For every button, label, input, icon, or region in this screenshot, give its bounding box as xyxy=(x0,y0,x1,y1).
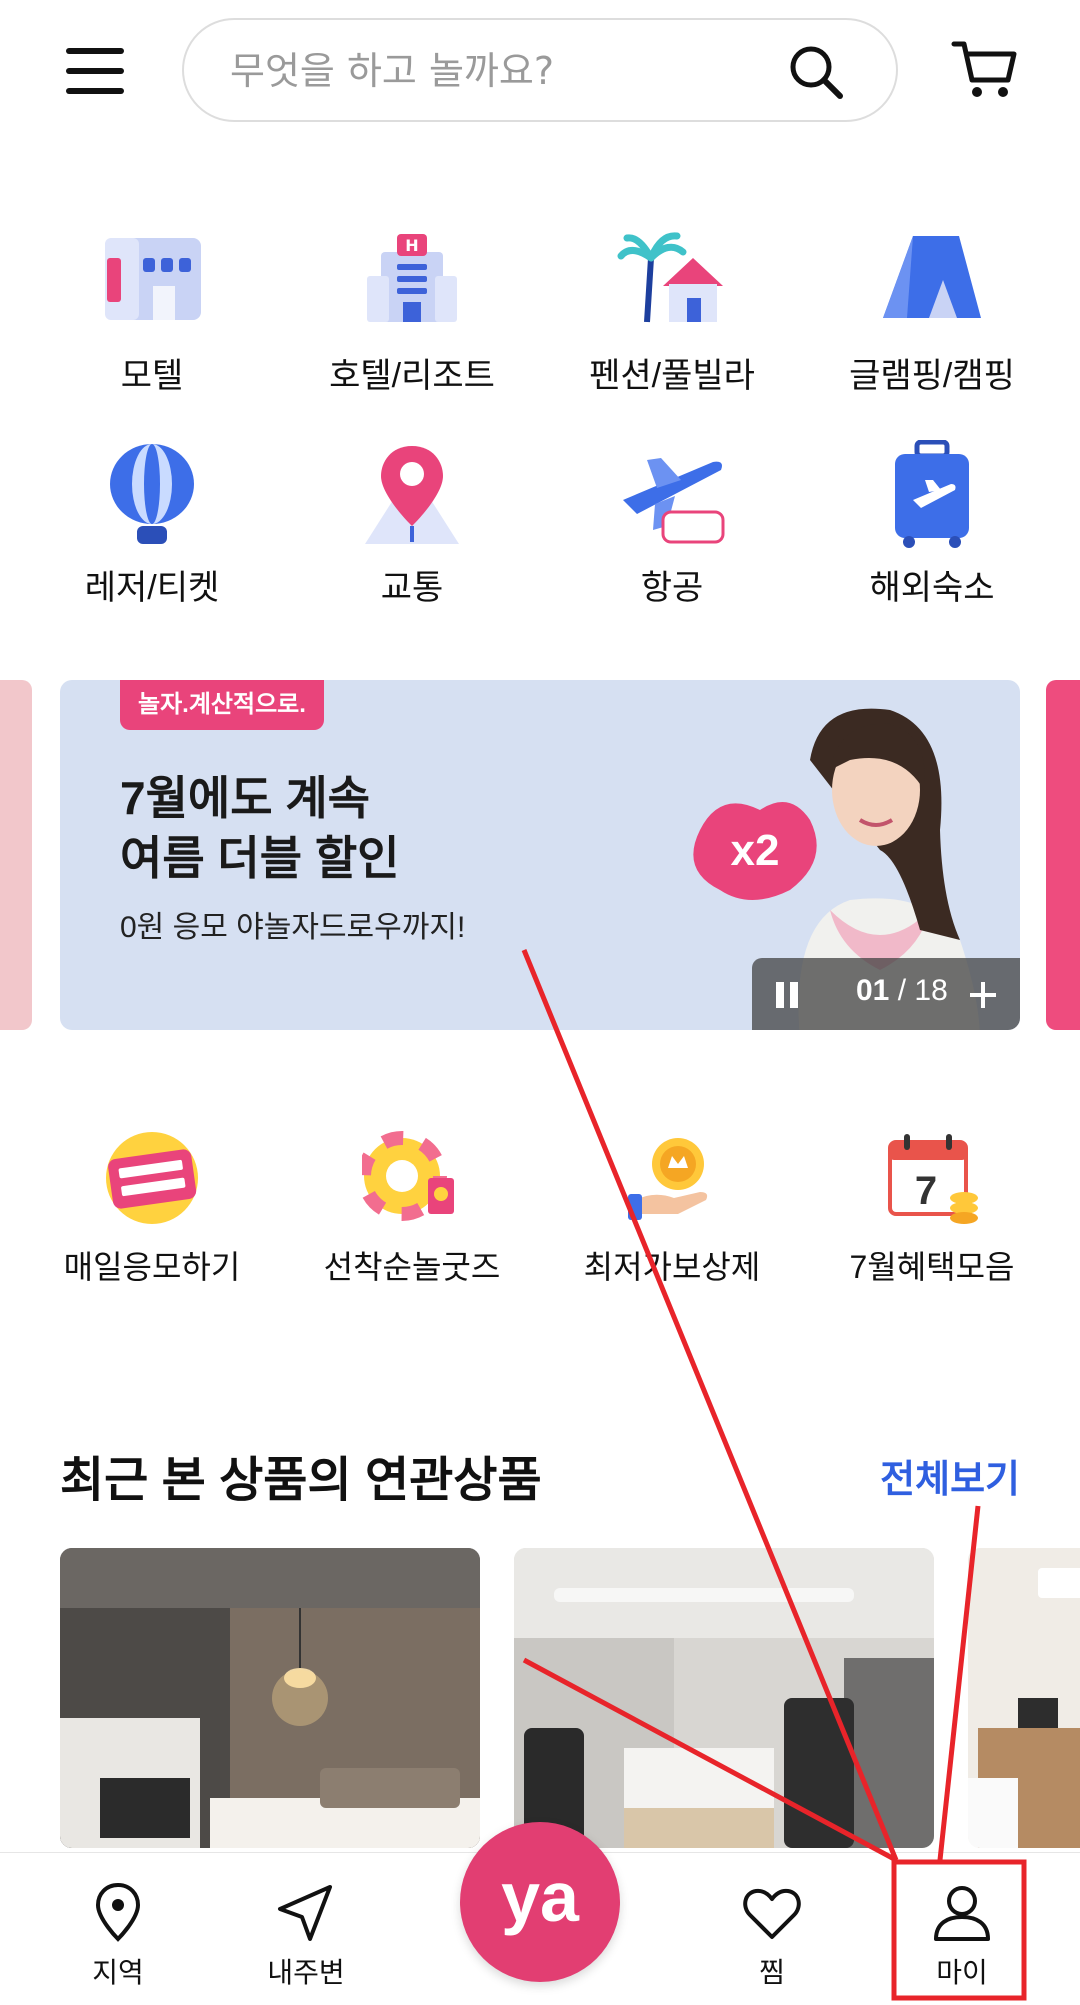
cart-icon[interactable] xyxy=(950,36,1020,106)
category-motel[interactable]: 모텔 xyxy=(32,228,272,397)
event-july-benefits[interactable]: 7 7월혜택모음 xyxy=(802,1128,1062,1288)
pager-total: 18 xyxy=(914,974,948,1007)
nav-label: 마이 xyxy=(936,1957,988,1988)
event-daily-draw[interactable]: 매일응모하기 xyxy=(22,1128,282,1288)
nav-wishlist[interactable]: 찜 xyxy=(702,1853,842,2005)
balloon-icon xyxy=(110,444,194,544)
section-title: 최근 본 상품의 연관상품 xyxy=(60,1454,542,1507)
category-leisure[interactable]: 레저/티켓 xyxy=(32,440,272,609)
draw-event-icon xyxy=(106,1132,198,1224)
category-label: 글램핑/캠핑 xyxy=(849,357,1015,395)
banner-subtitle: 0원 응모 야놀자드로우까지! xyxy=(120,911,466,944)
product-card[interactable] xyxy=(514,1548,934,1848)
ya-home-button[interactable]: ya xyxy=(460,1822,620,1982)
event-lowest-price[interactable]: 최저가보상제 xyxy=(542,1128,802,1288)
category-transport[interactable]: 교통 xyxy=(292,440,532,609)
nav-region[interactable]: 지역 xyxy=(48,1853,188,2005)
event-label: 최저가보상제 xyxy=(583,1249,761,1285)
category-overseas[interactable]: 해외숙소 xyxy=(812,440,1052,609)
hamburger-menu-icon[interactable] xyxy=(66,48,124,94)
hotel-icon: H xyxy=(367,234,457,322)
event-first-come-goods[interactable]: 선착순놀굿즈 xyxy=(282,1128,542,1288)
calendar-icon: 7 xyxy=(888,1134,978,1224)
banner-prev-peek[interactable] xyxy=(0,680,32,1030)
navigation-arrow-icon xyxy=(278,1885,332,1941)
svg-text:H: H xyxy=(405,236,418,255)
room-photo xyxy=(60,1548,480,1848)
person-icon xyxy=(934,1886,990,1941)
view-all-link[interactable]: 전체보기 xyxy=(880,1448,1020,1503)
nav-label: 지역 xyxy=(92,1957,144,1988)
category-label: 호텔/리조트 xyxy=(329,357,495,395)
category-air[interactable]: 항공 xyxy=(552,440,792,609)
pension-icon xyxy=(617,232,723,323)
category-label: 항공 xyxy=(640,569,704,607)
banner-next-peek[interactable] xyxy=(1046,680,1080,1030)
pager-separator: / xyxy=(897,974,907,1007)
nav-label: 내주변 xyxy=(267,1957,345,1988)
category-hotel[interactable]: H 호텔/리조트 xyxy=(292,228,532,397)
svg-text:7: 7 xyxy=(915,1169,937,1213)
event-label: 매일응모하기 xyxy=(63,1249,241,1285)
location-pin-icon xyxy=(95,1882,141,1942)
banner-badge: x2 xyxy=(731,826,780,875)
nav-nearby[interactable]: 내주변 xyxy=(236,1853,376,2005)
pager-current: 01 xyxy=(856,974,890,1007)
banner-title: 7월에도 계속 여름 더블 할인 xyxy=(120,772,400,884)
banner-pager: 01 / 18 xyxy=(856,974,948,1008)
room-photo xyxy=(514,1548,934,1848)
map-pin-icon xyxy=(365,446,459,544)
banner-controls: 01 / 18 xyxy=(752,958,1020,1030)
category-label: 모텔 xyxy=(120,357,184,395)
category-pension[interactable]: 펜션/풀빌라 xyxy=(552,228,792,397)
tube-goods-icon xyxy=(362,1131,454,1221)
category-label: 펜션/풀빌라 xyxy=(589,357,755,395)
coin-hand-icon xyxy=(628,1138,708,1220)
tent-icon xyxy=(883,236,981,318)
heart-icon xyxy=(743,1888,801,1939)
motel-icon xyxy=(105,238,201,320)
category-label: 해외숙소 xyxy=(869,569,995,607)
product-card[interactable] xyxy=(60,1548,480,1848)
airplane-icon xyxy=(623,458,725,544)
room-photo xyxy=(968,1548,1080,1848)
plus-icon[interactable] xyxy=(968,980,998,1010)
banner-tag: 놀자.계산적으로. xyxy=(120,680,324,730)
nav-label: 찜 xyxy=(759,1957,785,1988)
nav-my[interactable]: 마이 xyxy=(892,1853,1032,2005)
top-header xyxy=(0,0,1080,150)
category-glamping[interactable]: 글램핑/캠핑 xyxy=(812,228,1052,397)
event-label: 선착순놀굿즈 xyxy=(323,1249,501,1285)
category-label: 레저/티켓 xyxy=(84,569,220,607)
pause-icon[interactable] xyxy=(776,982,800,1008)
suitcase-icon xyxy=(895,440,969,548)
category-label: 교통 xyxy=(380,569,444,607)
search-icon[interactable] xyxy=(786,42,846,102)
search-input[interactable] xyxy=(228,20,752,122)
event-label: 7월혜택모음 xyxy=(849,1249,1015,1285)
product-card[interactable] xyxy=(968,1548,1080,1848)
promo-banner[interactable]: 놀자.계산적으로. 7월에도 계속 여름 더블 할인 0원 응모 야놀자드로우까… xyxy=(60,680,1020,1030)
search-bar[interactable] xyxy=(182,18,898,122)
